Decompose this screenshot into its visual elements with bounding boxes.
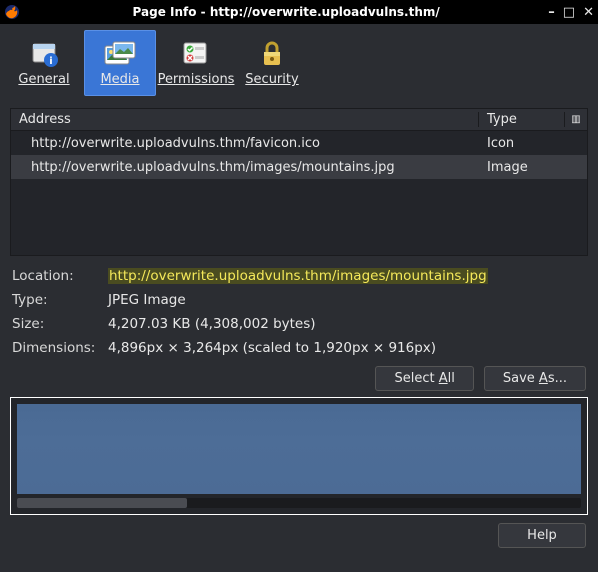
select-all-button[interactable]: Select All — [375, 366, 473, 391]
location-value: http://overwrite.uploadvulns.thm/images/… — [108, 268, 586, 284]
preview-scrollbar[interactable] — [17, 498, 581, 508]
size-value: 4,207.03 KB (4,308,002 bytes) — [108, 316, 586, 332]
maximize-icon[interactable]: □ — [563, 5, 575, 20]
dimensions-value: 4,896px × 3,264px (scaled to 1,920px × 9… — [108, 340, 586, 356]
svg-text:i: i — [49, 56, 52, 67]
column-address[interactable]: Address — [11, 112, 479, 127]
tab-media-label: Media — [100, 72, 139, 87]
help-button[interactable]: Help — [498, 523, 586, 548]
minimize-icon[interactable]: – — [548, 5, 555, 20]
tab-general-label: General — [18, 72, 69, 87]
media-table: Address Type ▥ http://overwrite.uploadvu… — [10, 108, 588, 256]
table-header: Address Type ▥ — [11, 109, 587, 131]
column-type[interactable]: Type — [479, 112, 565, 127]
cell-type: Image — [487, 160, 579, 175]
window-title: Page Info - http://overwrite.uploadvulns… — [24, 5, 548, 19]
cell-address: http://overwrite.uploadvulns.thm/images/… — [31, 160, 487, 175]
location-label: Location: — [12, 268, 108, 284]
type-label: Type: — [12, 292, 108, 308]
preview-image — [17, 404, 581, 494]
cell-type: Icon — [487, 136, 579, 151]
tab-permissions-label: Permissions — [158, 72, 235, 87]
permissions-icon — [179, 39, 213, 69]
table-row[interactable]: http://overwrite.uploadvulns.thm/favicon… — [11, 131, 587, 155]
media-preview — [10, 397, 588, 515]
dimensions-label: Dimensions: — [12, 340, 108, 356]
titlebar: Page Info - http://overwrite.uploadvulns… — [0, 0, 598, 24]
table-row[interactable]: http://overwrite.uploadvulns.thm/images/… — [11, 155, 587, 179]
cell-address: http://overwrite.uploadvulns.thm/favicon… — [31, 136, 487, 151]
scrollbar-thumb[interactable] — [17, 498, 187, 508]
column-picker-icon[interactable]: ▥ — [565, 114, 587, 125]
firefox-icon — [4, 4, 20, 20]
info-icon: i — [27, 39, 61, 69]
tab-security[interactable]: Security — [236, 30, 308, 96]
type-value: JPEG Image — [108, 292, 586, 308]
lock-icon — [255, 39, 289, 69]
tab-permissions[interactable]: Permissions — [160, 30, 232, 96]
media-icon — [103, 39, 137, 69]
toolbar: i General Media Permissions Security — [2, 26, 596, 102]
tab-media[interactable]: Media — [84, 30, 156, 96]
page-info-window: i General Media Permissions Security A — [0, 24, 598, 572]
size-label: Size: — [12, 316, 108, 332]
close-icon[interactable]: ✕ — [583, 5, 594, 20]
tab-general[interactable]: i General — [8, 30, 80, 96]
save-as-button[interactable]: Save As... — [484, 366, 586, 391]
media-details: Location: http://overwrite.uploadvulns.t… — [10, 256, 588, 360]
tab-security-label: Security — [245, 72, 298, 87]
